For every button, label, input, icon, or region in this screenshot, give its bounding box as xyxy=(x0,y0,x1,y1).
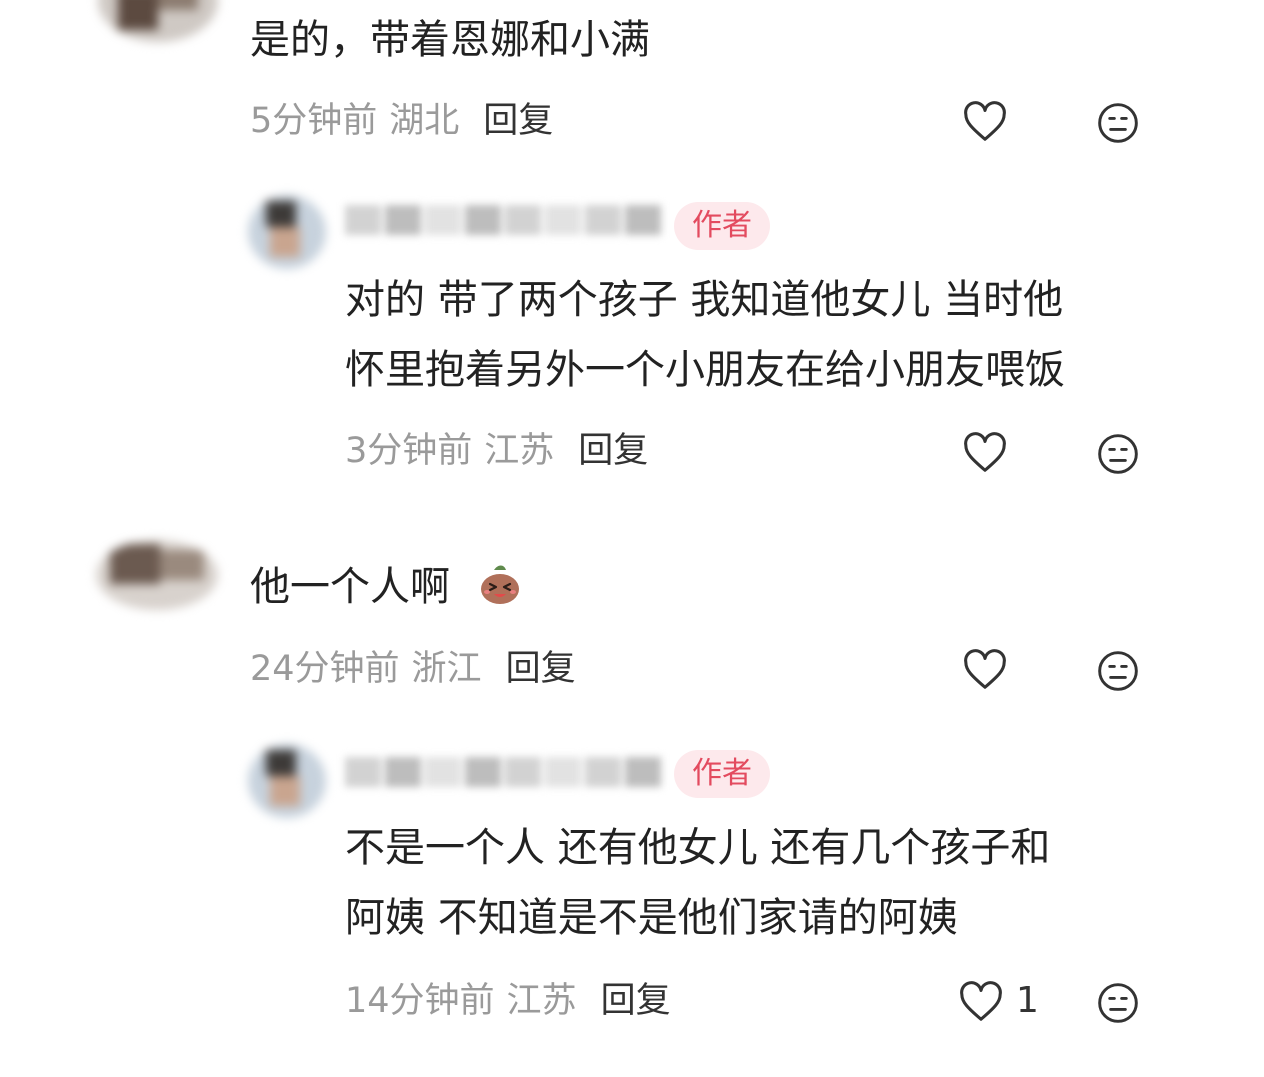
meh-face-icon[interactable] xyxy=(1096,981,1140,1025)
meh-face-icon[interactable] xyxy=(1096,432,1140,476)
heart-outline-icon[interactable] xyxy=(962,100,1008,144)
reply-button[interactable]: 回复 xyxy=(506,649,576,689)
username-blurred[interactable] xyxy=(345,200,661,240)
reply-button[interactable]: 回复 xyxy=(601,981,671,1021)
reply-button[interactable]: 回复 xyxy=(483,101,553,141)
author-badge: 作者 xyxy=(674,750,770,798)
like-count: 1 xyxy=(1016,980,1039,1021)
comment-location: 江苏 xyxy=(506,981,577,1021)
comment-time: 3分钟前 xyxy=(345,431,473,471)
comment-text: 对的 带了两个孩子 我知道他女儿 当时他 怀里抱着另外一个小朋友在给小朋友喂饭 xyxy=(345,277,1065,393)
comment-location: 浙江 xyxy=(411,649,482,689)
laughing-sweat-emoji xyxy=(481,565,519,604)
avatar[interactable] xyxy=(96,540,218,610)
comment-time: 24分钟前 xyxy=(250,649,400,689)
comment-meta: 14分钟前 江苏 回复 xyxy=(345,978,671,1024)
avatar[interactable] xyxy=(248,195,326,269)
comment-meta: 24分钟前 浙江 回复 xyxy=(250,646,576,692)
heart-outline-icon[interactable] xyxy=(962,648,1008,692)
comment-location: 湖北 xyxy=(389,101,460,141)
heart-outline-icon[interactable] xyxy=(958,980,1004,1024)
meh-face-icon[interactable] xyxy=(1096,101,1140,145)
meh-face-icon[interactable] xyxy=(1096,649,1140,693)
avatar[interactable] xyxy=(248,744,326,818)
author-badge: 作者 xyxy=(674,202,770,250)
comment-location: 江苏 xyxy=(484,431,555,471)
reply-button[interactable]: 回复 xyxy=(578,431,648,471)
comment-text: 不是一个人 还有他女儿 还有几个孩子和 阿姨 不知道是不是他们家请的阿姨 xyxy=(345,825,1051,941)
comment-time: 5分钟前 xyxy=(250,101,378,141)
comment-meta: 5分钟前 湖北 回复 xyxy=(250,98,553,144)
comment-text: 是的，带着恩娜和小满 xyxy=(250,17,650,63)
comment-text: 他一个人啊 xyxy=(250,564,450,610)
heart-outline-icon[interactable] xyxy=(962,431,1008,475)
username-blurred[interactable] xyxy=(345,752,661,792)
comment-meta: 3分钟前 江苏 回复 xyxy=(345,428,648,474)
comment-time: 14分钟前 xyxy=(345,981,495,1021)
avatar[interactable] xyxy=(98,0,218,42)
